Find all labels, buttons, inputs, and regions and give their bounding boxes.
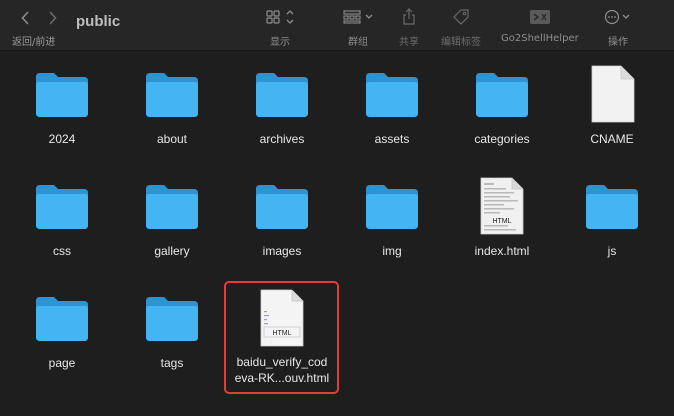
- folder-icon: [366, 185, 418, 229]
- item-label: about: [156, 132, 188, 146]
- item-label: categories: [474, 132, 530, 146]
- folder-icon: [476, 73, 528, 117]
- item-label: archives: [259, 132, 305, 146]
- edit-tags-button[interactable]: 编辑标签: [441, 6, 481, 48]
- go2shell-button[interactable]: Go2ShellHelper: [501, 6, 579, 44]
- folder-item[interactable]: categories: [447, 63, 557, 147]
- html-badge: HTML: [492, 218, 511, 225]
- view-button[interactable]: 显示: [265, 6, 295, 48]
- folder-icon: [366, 73, 418, 117]
- view-label: 显示: [270, 37, 290, 48]
- action-label: 操作: [608, 37, 628, 48]
- forward-button[interactable]: [46, 8, 60, 28]
- blank-document-icon: [591, 65, 635, 123]
- chevron-left-icon: [21, 11, 29, 25]
- toolbar: 返回/前进 public 显示 群组 共享 编辑标签 Go2ShellHelpe…: [0, 0, 674, 51]
- window-title: public: [76, 13, 121, 30]
- folder-icon: [146, 185, 198, 229]
- file-item[interactable]: CNAME: [557, 63, 667, 147]
- item-label: img: [382, 244, 402, 258]
- group-grid-icon: [343, 10, 373, 24]
- folder-item[interactable]: page: [7, 287, 117, 371]
- terminal-icon: [529, 10, 550, 24]
- item-label: 2024: [48, 132, 76, 146]
- folder-item[interactable]: css: [7, 175, 117, 259]
- item-label: page: [48, 356, 76, 370]
- go2shell-label: Go2ShellHelper: [501, 33, 579, 44]
- share-button[interactable]: 共享: [399, 6, 419, 48]
- share-icon: [403, 8, 415, 25]
- nav-label: 返回/前进: [12, 37, 56, 48]
- share-label: 共享: [399, 37, 419, 48]
- item-label: assets: [374, 132, 410, 146]
- folder-item[interactable]: 2024: [7, 63, 117, 147]
- folder-icon: [256, 73, 308, 117]
- item-label: images: [262, 244, 302, 258]
- chevron-right-icon: [49, 11, 57, 25]
- file-item[interactable]: HTML index.html: [447, 175, 557, 259]
- folder-icon: [586, 185, 638, 229]
- item-label: css: [53, 244, 71, 258]
- folder-item[interactable]: gallery: [117, 175, 227, 259]
- folder-icon: [36, 73, 88, 117]
- folder-item[interactable]: images: [227, 175, 337, 259]
- folder-item[interactable]: archives: [227, 63, 337, 147]
- item-label: index.html: [474, 244, 530, 258]
- edit-tags-label: 编辑标签: [441, 37, 481, 48]
- item-label: gallery: [154, 244, 190, 258]
- folder-icon: [36, 297, 88, 341]
- icon-grid-icon: [266, 10, 294, 24]
- folder-icon: [36, 185, 88, 229]
- html-preview-icon: HTML: [480, 177, 524, 235]
- file-grid: 2024 about archives assets categories CN…: [0, 51, 674, 416]
- folder-item[interactable]: assets: [337, 63, 447, 147]
- folder-icon: [256, 185, 308, 229]
- folder-icon: [146, 73, 198, 117]
- action-button[interactable]: 操作: [603, 6, 633, 48]
- selection-highlight: [224, 281, 339, 394]
- item-label: tags: [160, 356, 184, 370]
- folder-icon: [146, 297, 198, 341]
- folder-item[interactable]: tags: [117, 287, 227, 371]
- item-label: CNAME: [590, 132, 634, 146]
- item-label: js: [607, 244, 617, 258]
- folder-item[interactable]: js: [557, 175, 667, 259]
- back-button[interactable]: [18, 8, 32, 28]
- ellipsis-circle-icon: [604, 9, 630, 25]
- folder-item[interactable]: about: [117, 63, 227, 147]
- folder-item[interactable]: img: [337, 175, 447, 259]
- group-label: 群组: [348, 37, 368, 48]
- tag-icon: [453, 9, 469, 25]
- group-button[interactable]: 群组: [342, 6, 374, 48]
- nav-buttons: [18, 8, 60, 28]
